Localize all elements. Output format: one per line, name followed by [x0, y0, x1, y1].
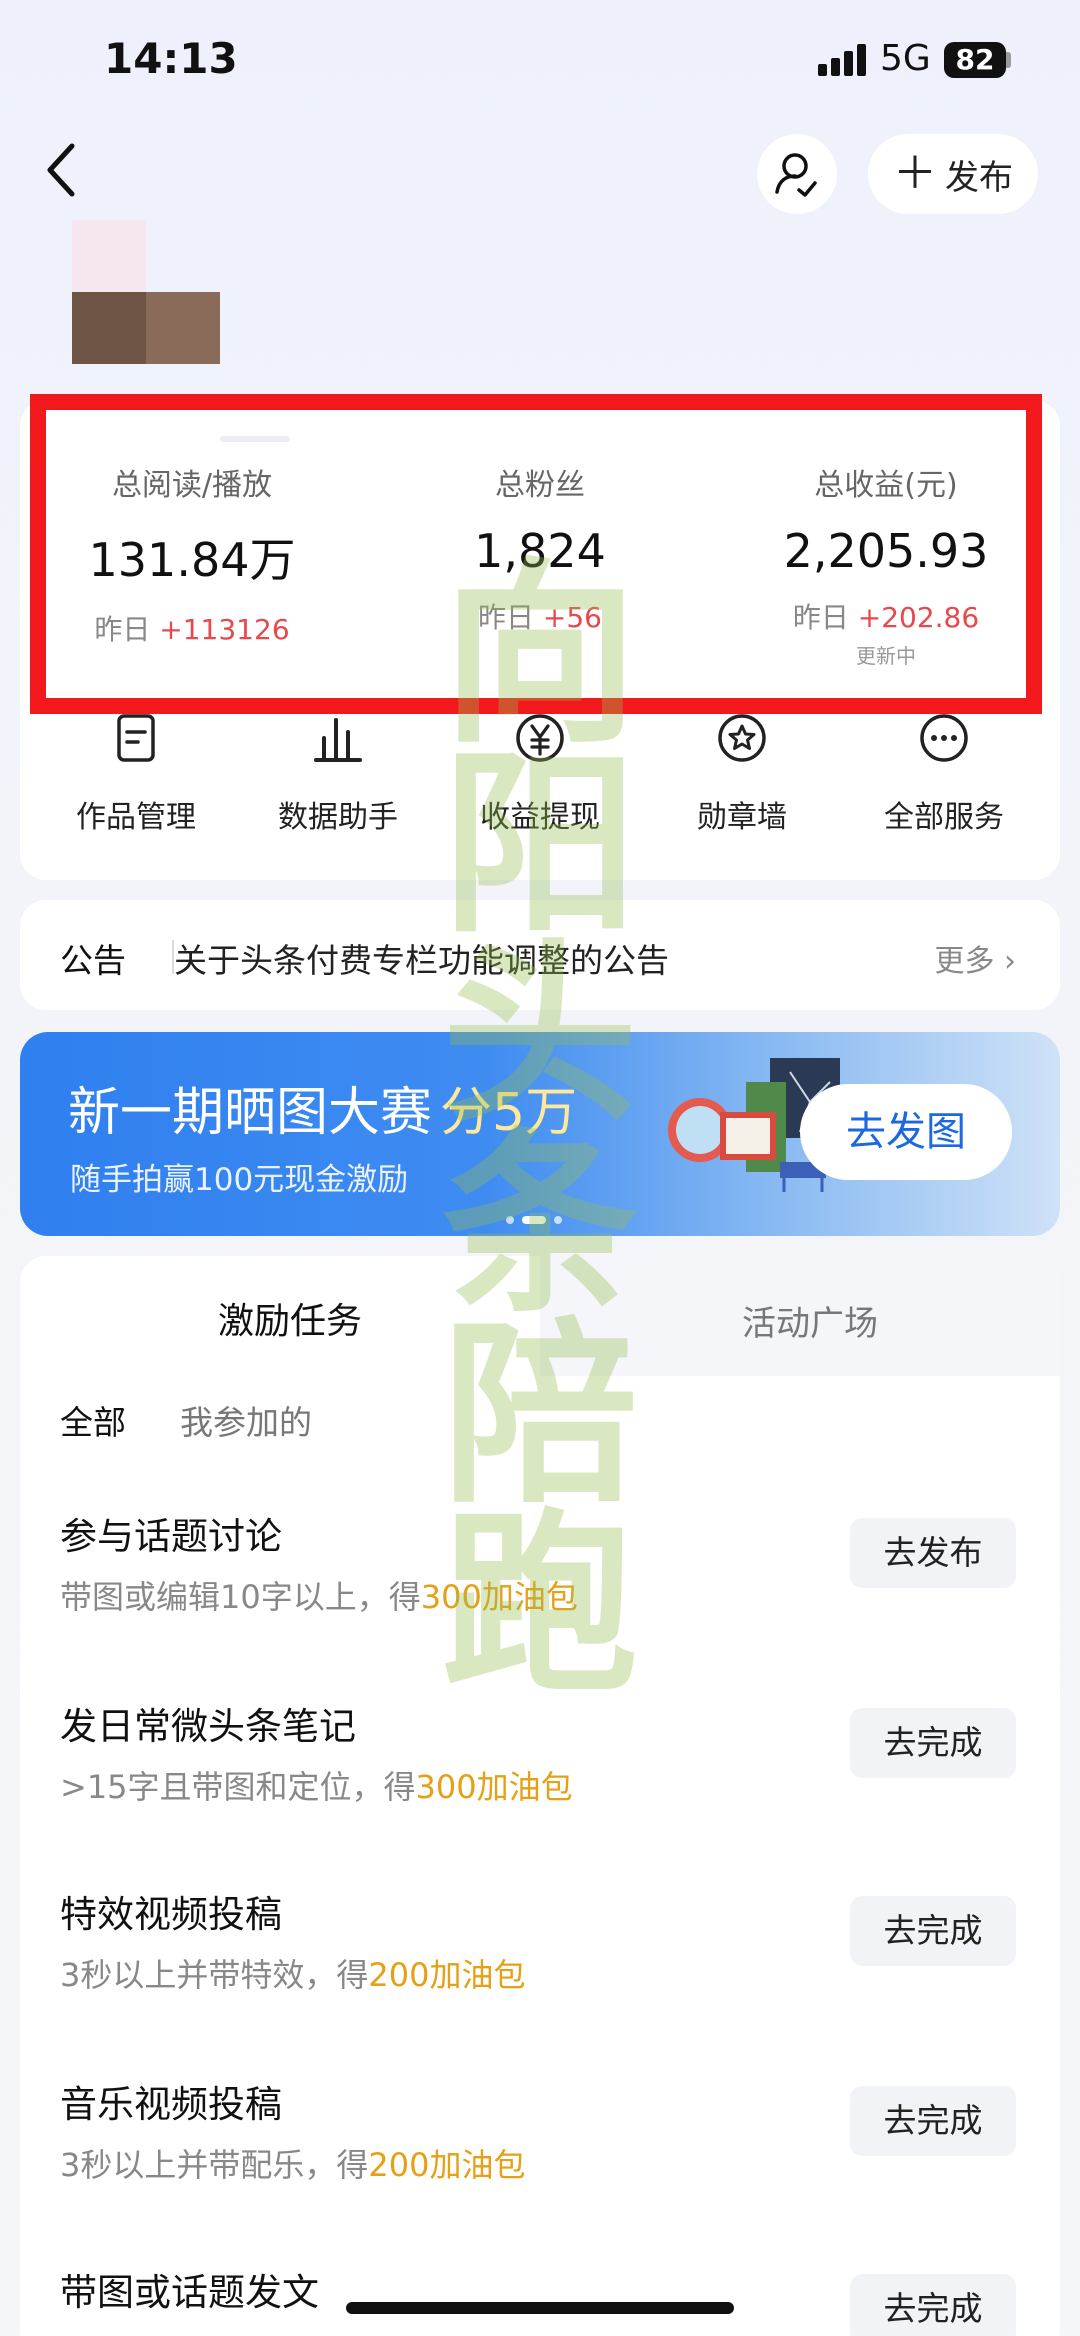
service-works-management[interactable]: 作品管理 — [36, 712, 236, 836]
chevron-left-icon — [47, 143, 75, 197]
task-title: 带图或话题发文 — [60, 2271, 319, 2314]
task-item: 特效视频投稿 3秒以上并带特效，得200加油包 去完成 — [60, 1884, 1040, 2034]
service-data-assistant[interactable]: 数据助手 — [238, 712, 438, 836]
task-title: 特效视频投稿 — [60, 1893, 282, 1936]
task-desc: >15字且带图和定位，得300加油包 — [60, 1768, 573, 1806]
task-action-button[interactable]: 去完成 — [850, 2274, 1016, 2336]
task-title: 音乐视频投稿 — [60, 2083, 282, 2126]
banner-cta-button[interactable]: 去发图 — [800, 1084, 1012, 1180]
home-indicator — [346, 2302, 734, 2314]
cell-signal-icon — [818, 44, 870, 76]
watermark: 向阳头条陪跑 — [441, 540, 638, 1720]
publish-button[interactable]: ＋ 发布 — [868, 134, 1038, 214]
bar-chart-icon — [314, 718, 362, 762]
task-item: 带图或话题发文 去完成 — [60, 2262, 1040, 2336]
task-action-button[interactable]: 去发布 — [850, 1518, 1016, 1588]
task-action-button[interactable]: 去完成 — [850, 1708, 1016, 1778]
service-label: 作品管理 — [76, 800, 196, 835]
task-action-button[interactable]: 去完成 — [850, 2086, 1016, 2156]
medal-icon — [718, 714, 766, 762]
service-label: 全部服务 — [884, 800, 1004, 835]
task-desc: 3秒以上并带特效，得200加油包 — [60, 1956, 526, 1994]
account-switch-button[interactable] — [757, 134, 837, 214]
avatar[interactable] — [72, 292, 220, 364]
service-label: 勋章墙 — [697, 800, 787, 835]
announcement-tag: 公告 — [60, 941, 126, 980]
back-button[interactable] — [40, 140, 84, 200]
task-item: 音乐视频投稿 3秒以上并带配乐，得200加油包 去完成 — [60, 2074, 1040, 2224]
filter-joined[interactable]: 我参加的 — [180, 1396, 312, 1444]
network-type: 5G — [880, 38, 931, 79]
task-action-button[interactable]: 去完成 — [850, 1896, 1016, 1966]
more-icon — [920, 714, 968, 762]
publish-label: 发布 — [945, 157, 1013, 198]
filter-all[interactable]: 全部 — [60, 1396, 126, 1444]
service-label: 数据助手 — [278, 800, 398, 835]
announcement-more-link[interactable]: 更多 › — [934, 936, 1016, 980]
document-icon — [117, 714, 155, 762]
battery-icon: 82 — [944, 42, 1006, 78]
service-all[interactable]: 全部服务 — [844, 712, 1044, 836]
plus-icon: ＋ — [893, 148, 937, 199]
banner-subtitle: 随手拍赢100元现金激励 — [70, 1162, 409, 1198]
task-title: 发日常微头条笔记 — [60, 1705, 356, 1748]
status-time: 14:13 — [104, 34, 238, 83]
task-desc: 3秒以上并带配乐，得200加油包 — [60, 2146, 526, 2184]
battery-tip — [1006, 52, 1011, 68]
task-title: 参与话题讨论 — [60, 1515, 282, 1558]
avatar-blur-top — [72, 220, 146, 292]
user-check-icon — [775, 153, 817, 197]
service-medal-wall[interactable]: 勋章墙 — [642, 712, 842, 836]
